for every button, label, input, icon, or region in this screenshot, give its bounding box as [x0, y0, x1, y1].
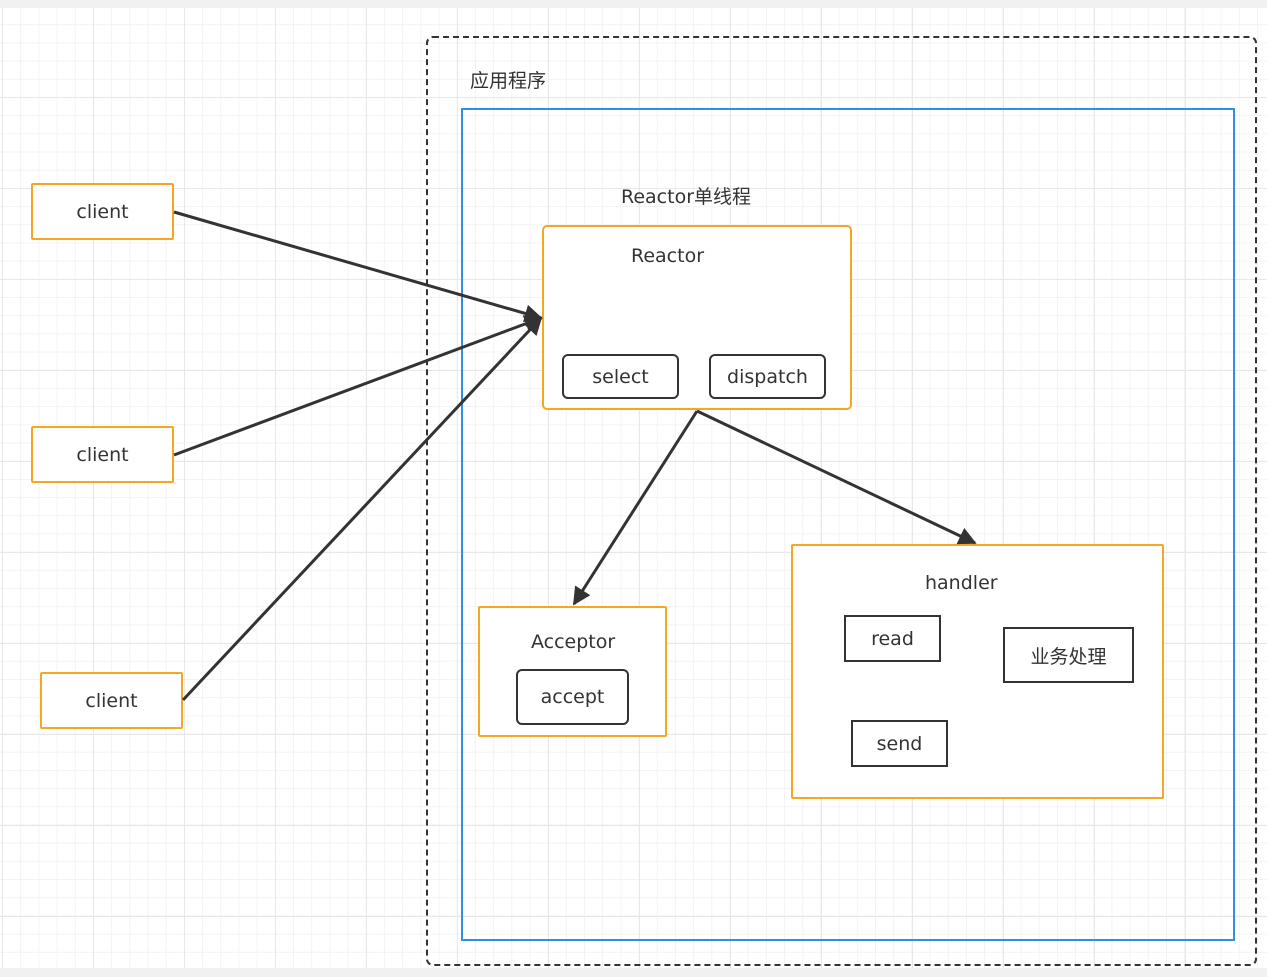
client-3-to-reactor-arrow — [181, 316, 543, 702]
client-2-to-reactor-arrow — [173, 315, 543, 457]
reactor-to-acceptor-arrow — [572, 410, 699, 606]
reactor-to-handler-arrow — [696, 409, 977, 545]
connector-layer — [173, 210, 977, 702]
client-1-to-reactor-arrow — [173, 210, 543, 323]
